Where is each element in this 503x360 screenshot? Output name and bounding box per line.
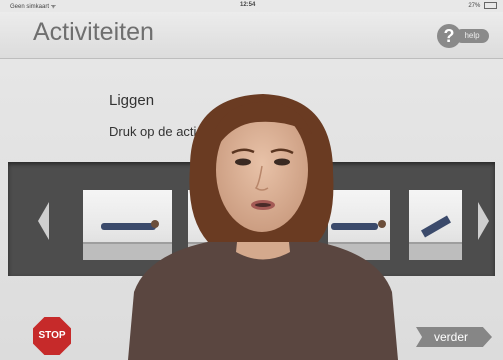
header-bar: Activiteiten ? help xyxy=(0,12,503,59)
stop-label: STOP xyxy=(38,330,66,341)
stop-button[interactable]: STOP xyxy=(33,317,71,355)
help-label: help xyxy=(455,29,489,43)
help-button[interactable]: ? help xyxy=(437,24,491,48)
status-bar: Geen simkaart ᯤ 12:54 27% xyxy=(0,0,503,12)
battery-percent: 27% xyxy=(468,3,481,10)
mattress-shape xyxy=(409,242,462,260)
carrier-label: Geen simkaart ᯤ xyxy=(10,4,57,10)
page-title: Activiteiten xyxy=(33,18,154,46)
presenter-video-overlay xyxy=(128,94,398,360)
verder-button[interactable]: verder xyxy=(416,327,492,347)
carousel-thumbnail[interactable] xyxy=(409,190,462,260)
battery-icon xyxy=(484,2,497,9)
raised-legs-figure xyxy=(421,215,451,238)
verder-label: verder xyxy=(434,330,469,344)
chevron-right-icon[interactable] xyxy=(478,202,489,240)
battery-indicator: 27% xyxy=(468,2,497,9)
chevron-left-icon[interactable] xyxy=(38,202,49,240)
clock: 12:54 xyxy=(240,2,256,8)
